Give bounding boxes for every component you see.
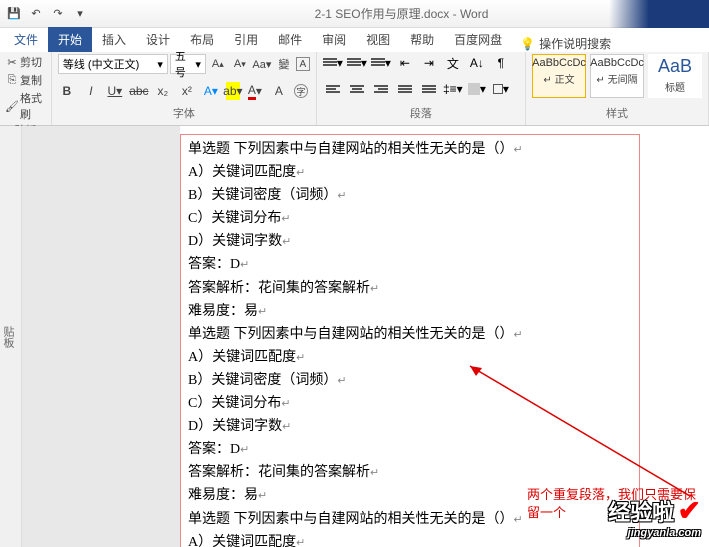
align-right-button[interactable]: [371, 80, 391, 98]
font-group: 等线 (中文正文)▾ 五号▾ A▴ A▾ Aa▾ 變 A B I U▾ abc …: [52, 52, 317, 125]
left-margin-space: [22, 126, 180, 547]
document-area: 贴板 单选题 下列因素中与自建网站的相关性无关的是（）↵ A）关键词匹配度↵ B…: [0, 126, 709, 547]
subscript-button[interactable]: x₂: [154, 82, 172, 100]
font-name-select[interactable]: 等线 (中文正文)▾: [58, 54, 168, 74]
sort-button[interactable]: A↓: [467, 54, 487, 72]
tab-design[interactable]: 设计: [136, 27, 180, 52]
text-direction-button[interactable]: 文: [443, 54, 463, 72]
clipboard-group: ✂剪切 ⎘复制 🖌格式刷 贴板: [0, 52, 52, 125]
save-icon[interactable]: 💾: [6, 6, 22, 22]
underline-button[interactable]: U▾: [106, 82, 124, 100]
scissors-icon: ✂: [6, 56, 18, 68]
change-case-button[interactable]: Aa▾: [252, 54, 272, 74]
enclose-char-button[interactable]: 字: [294, 84, 308, 98]
title-right-region: [609, 0, 709, 28]
italic-button[interactable]: I: [82, 82, 100, 100]
left-pane-label: 贴板: [0, 126, 22, 547]
highlight-button[interactable]: ab▾: [226, 82, 240, 100]
title-bar: 💾 ↶ ↷ ▾ 2-1 SEO作用与原理.docx - Word: [0, 0, 709, 28]
styles-group: AaBbCcDc ↵ 正文 AaBbCcDc ↵ 无间隔 AaB 标题 样式: [526, 52, 709, 125]
tab-references[interactable]: 引用: [224, 27, 268, 52]
superscript-button[interactable]: x²: [178, 82, 196, 100]
qat-more-icon[interactable]: ▾: [72, 6, 88, 22]
font-size-select[interactable]: 五号▾: [170, 54, 206, 74]
tab-file[interactable]: 文件: [4, 27, 48, 52]
format-painter-button[interactable]: 🖌格式刷: [6, 90, 45, 122]
tab-review[interactable]: 审阅: [312, 27, 356, 52]
increase-indent-button[interactable]: ⇥: [419, 54, 439, 72]
quick-access-toolbar: 💾 ↶ ↷ ▾: [0, 6, 94, 22]
borders-button[interactable]: ▾: [491, 80, 511, 98]
document-page[interactable]: 单选题 下列因素中与自建网站的相关性无关的是（）↵ A）关键词匹配度↵ B）关键…: [180, 126, 709, 547]
undo-icon[interactable]: ↶: [28, 6, 44, 22]
tab-insert[interactable]: 插入: [92, 27, 136, 52]
show-marks-button[interactable]: ¶: [491, 54, 511, 72]
tell-me-search[interactable]: 💡 操作说明搜索: [520, 35, 611, 52]
ribbon: ✂剪切 ⎘复制 🖌格式刷 贴板 等线 (中文正文)▾ 五号▾ A▴ A▾ Aa▾…: [0, 52, 709, 126]
tab-view[interactable]: 视图: [356, 27, 400, 52]
tab-help[interactable]: 帮助: [400, 27, 444, 52]
lightbulb-icon: 💡: [520, 37, 535, 51]
bullets-button[interactable]: ▾: [323, 54, 343, 72]
annotation-arrow-icon: [460, 356, 700, 506]
phonetic-guide-button[interactable]: 變: [274, 54, 294, 74]
char-border-button[interactable]: A: [296, 57, 310, 71]
style-heading1[interactable]: AaB 标题: [648, 54, 702, 98]
font-color-button[interactable]: A▾: [246, 82, 264, 100]
align-justify-button[interactable]: [395, 80, 415, 98]
styles-label: 样式: [532, 105, 702, 123]
annotation-text: 两个重复段落，我们只需要保留一个: [527, 486, 697, 522]
tab-home[interactable]: 开始: [48, 27, 92, 52]
align-center-button[interactable]: [347, 80, 367, 98]
copy-button[interactable]: ⎘复制: [6, 72, 45, 88]
numbering-button[interactable]: ▾: [347, 54, 367, 72]
decrease-indent-button[interactable]: ⇤: [395, 54, 415, 72]
tab-baidu[interactable]: 百度网盘: [444, 27, 512, 52]
align-distribute-button[interactable]: [419, 80, 439, 98]
line-spacing-button[interactable]: ‡≡▾: [443, 80, 463, 98]
redo-icon[interactable]: ↷: [50, 6, 66, 22]
shading-button[interactable]: ▾: [467, 80, 487, 98]
style-no-spacing[interactable]: AaBbCcDc ↵ 无间隔: [590, 54, 644, 98]
paragraph-group: ▾ ▾ ▾ ⇤ ⇥ 文 A↓ ¶ ‡≡▾ ▾ ▾ 段落: [317, 52, 526, 125]
ribbon-tabs: 文件 开始 插入 设计 布局 引用 邮件 审阅 视图 帮助 百度网盘 💡 操作说…: [0, 28, 709, 52]
strikethrough-button[interactable]: abc: [130, 82, 148, 100]
align-left-button[interactable]: [323, 80, 343, 98]
font-label: 字体: [58, 105, 310, 123]
grow-font-button[interactable]: A▴: [208, 54, 228, 74]
style-normal[interactable]: AaBbCcDc ↵ 正文: [532, 54, 586, 98]
cut-button[interactable]: ✂剪切: [6, 54, 45, 70]
multilevel-button[interactable]: ▾: [371, 54, 391, 72]
shrink-font-button[interactable]: A▾: [230, 54, 250, 74]
tab-mailings[interactable]: 邮件: [268, 27, 312, 52]
paragraph-label: 段落: [323, 105, 519, 123]
text-effects-button[interactable]: A▾: [202, 82, 220, 100]
bold-button[interactable]: B: [58, 82, 76, 100]
brush-icon: 🖌: [6, 100, 18, 112]
char-shading-button[interactable]: A: [270, 82, 288, 100]
copy-icon: ⎘: [6, 74, 18, 86]
